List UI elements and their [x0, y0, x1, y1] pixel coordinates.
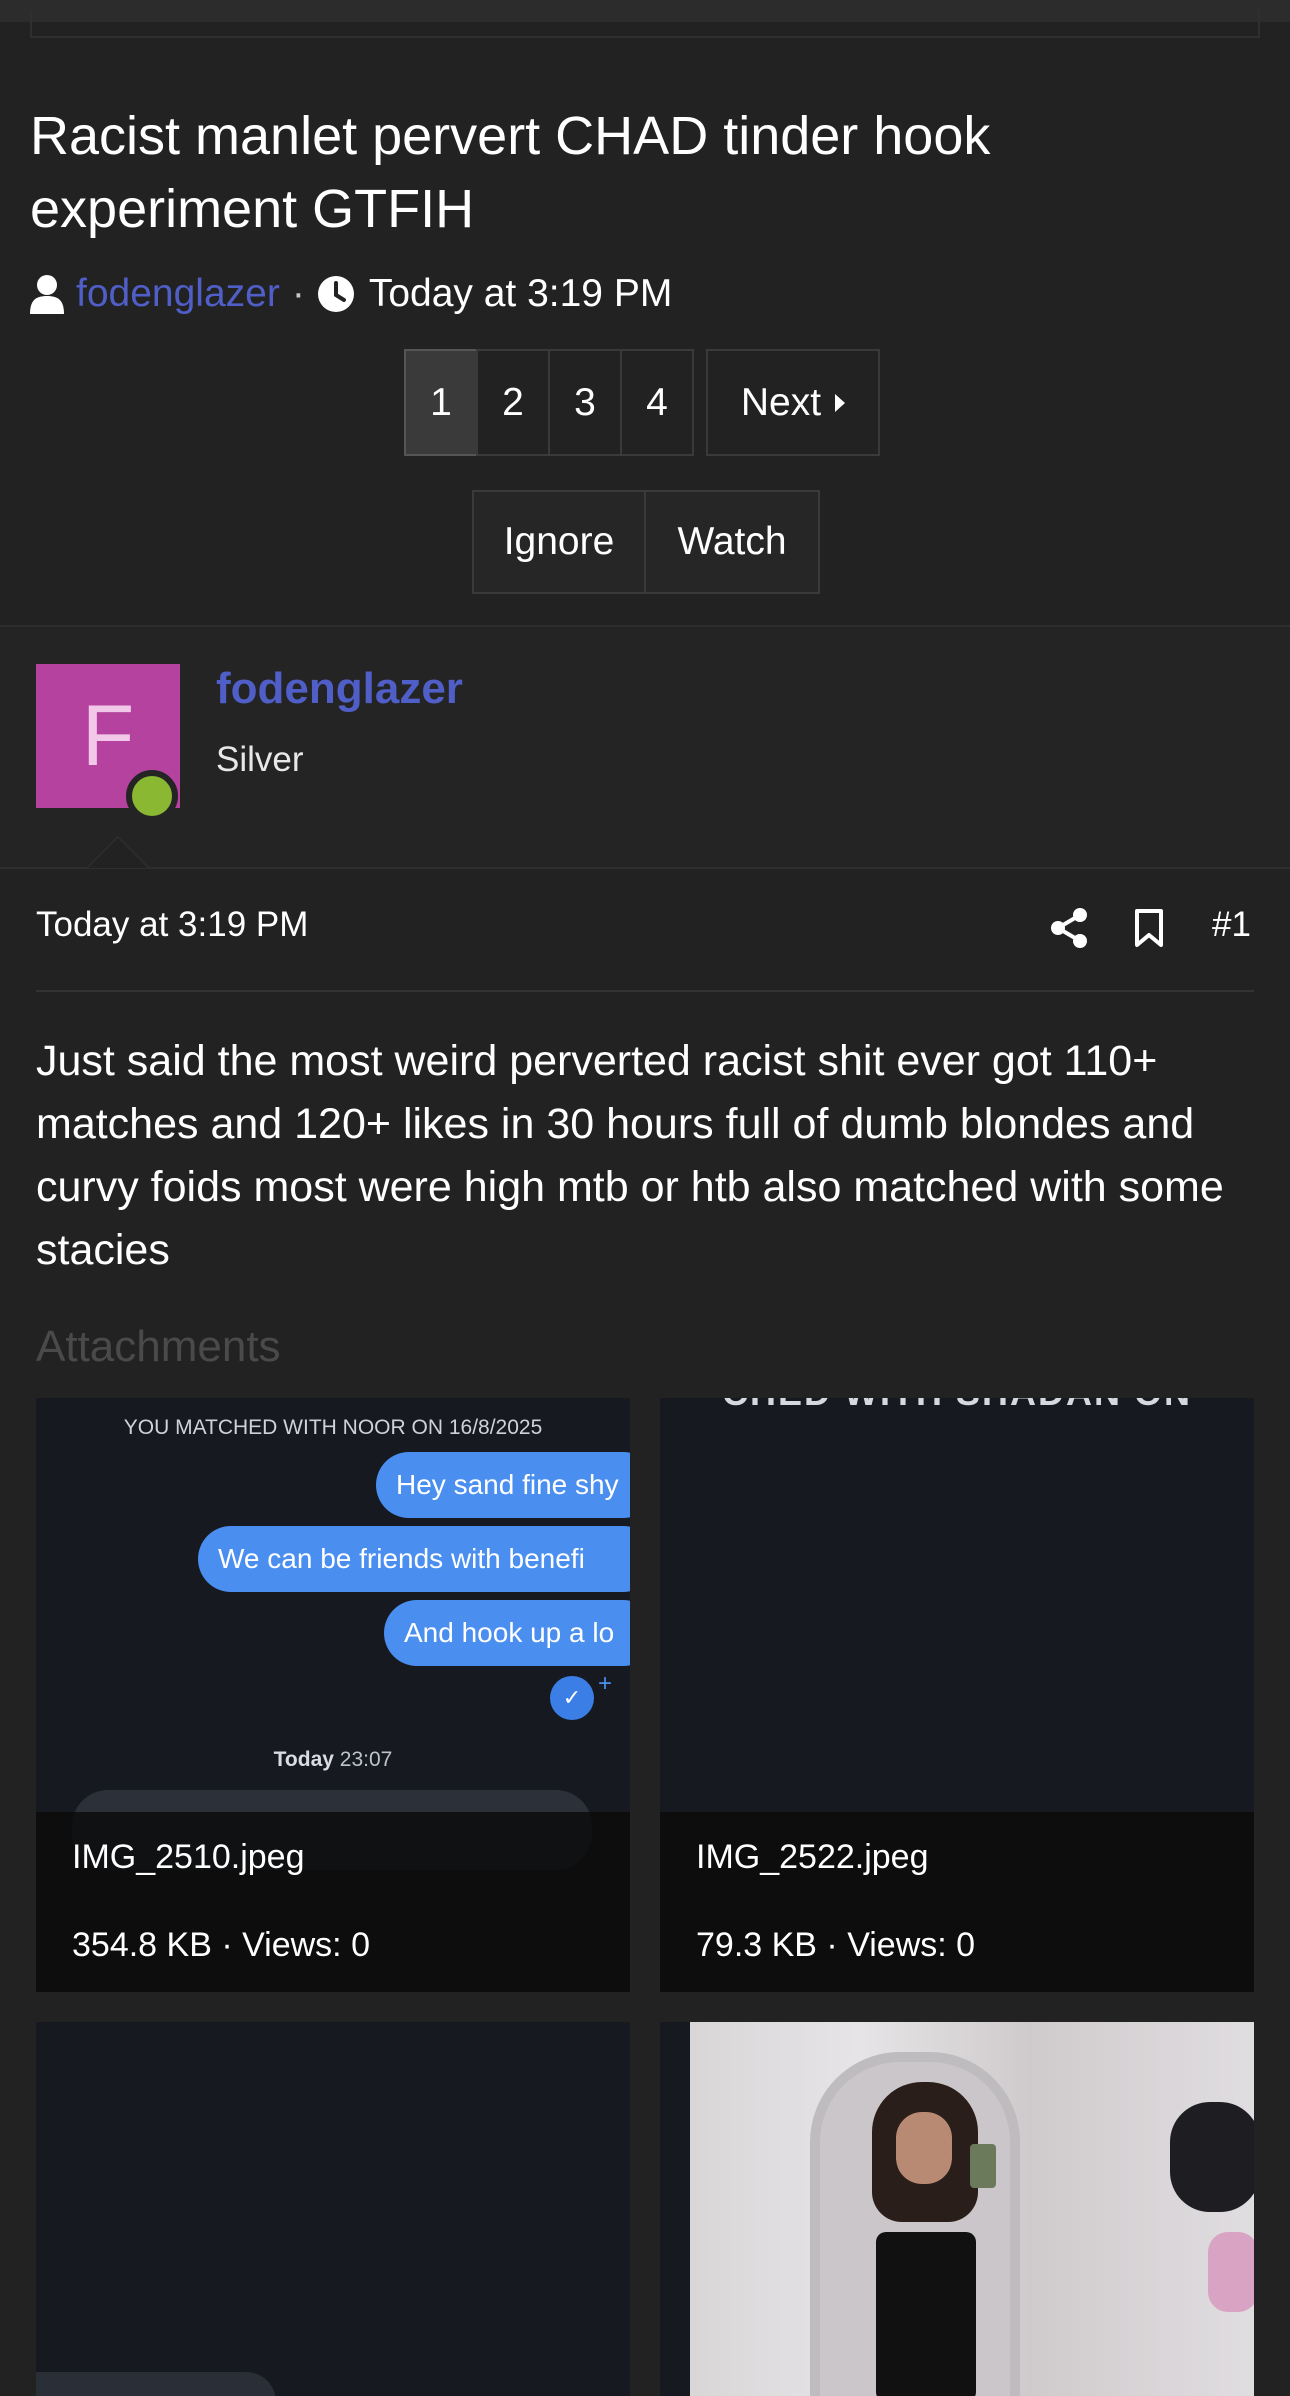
person-image [860, 2082, 996, 2396]
user-title: Silver [216, 740, 304, 779]
online-status-indicator [126, 770, 178, 822]
user-block-pointer [88, 838, 148, 868]
chat-bubble: We can be friends with benefi [198, 1526, 630, 1592]
chat-bubble: And hook up a lo [384, 1600, 630, 1666]
page-4-button[interactable]: 4 [620, 349, 694, 456]
share-icon[interactable] [1050, 908, 1088, 948]
post-date-link[interactable]: Today at 3:19 PM [36, 905, 308, 945]
attachment-caption: IMG_2522.jpeg 79.3 KB · Views: 0 [660, 1812, 1254, 1992]
attachments-heading: Attachments [36, 1322, 281, 1371]
post-username-link[interactable]: fodenglazer [216, 664, 463, 714]
meta-separator: · [291, 272, 305, 315]
bookmark-icon[interactable] [1134, 908, 1164, 948]
thread-title: Racist manlet pervert CHAD tinder hook e… [30, 106, 991, 239]
pagination: 1 2 3 4 Next [404, 349, 880, 456]
attachment-info: 79.3 KB · Views: 0 [696, 1926, 976, 1964]
user-icon [30, 275, 64, 314]
chat-time: 23:07 [339, 1748, 393, 1771]
caret-right-icon [835, 393, 846, 412]
thread-author-link[interactable]: fodenglazer [76, 272, 280, 316]
received-bubble [36, 2372, 276, 2396]
watch-button[interactable]: Watch [644, 490, 820, 594]
next-page-button[interactable]: Next [706, 349, 880, 456]
chat-bubble: Hey sand fine shy [376, 1452, 630, 1518]
plus-icon: + [598, 1670, 613, 1697]
chat-timestamp: Today 23:07 [36, 1748, 630, 1772]
attachment-thumbnail[interactable] [660, 2022, 1254, 2396]
post-body: Just said the most weird perverted racis… [36, 1037, 1224, 1274]
attachment-caption: IMG_2510.jpeg 354.8 KB · Views: 0 [36, 1812, 630, 1992]
next-label: Next [740, 380, 822, 424]
thread-actions: Ignore Watch [472, 490, 820, 594]
attachment-info: 354.8 KB · Views: 0 [72, 1926, 370, 1964]
phone-shape [970, 2144, 996, 2188]
attachment-filename: IMG_2510.jpeg [72, 1838, 305, 1876]
divider [0, 867, 1290, 869]
face-shape [896, 2112, 952, 2184]
dress-shape [876, 2232, 976, 2396]
page-1-button[interactable]: 1 [404, 349, 478, 456]
header-box-edge [30, 10, 1260, 38]
attachment-filename: IMG_2522.jpeg [696, 1838, 929, 1876]
attachment-thumbnail[interactable]: YOU MATCHED WITH NOOR ON 16/8/2025 Hey s… [36, 1398, 630, 1992]
thread-meta: fodenglazer · Today at 3:19 PM [30, 266, 672, 322]
read-check-icon: ✓ [550, 1676, 594, 1720]
pink-object-image [1208, 2232, 1254, 2312]
page-3-button[interactable]: 3 [548, 349, 622, 456]
chat-day: Today [273, 1748, 334, 1771]
ignore-button[interactable]: Ignore [472, 490, 646, 594]
post-user-block [0, 627, 1290, 867]
match-banner-text: CHED WITH SHADAN ON [660, 1398, 1254, 1414]
attachment-thumbnail[interactable] [36, 2022, 630, 2396]
page-2-button[interactable]: 2 [476, 349, 550, 456]
clock-icon [317, 276, 354, 312]
thread-time: Today at 3:19 PM [368, 272, 673, 315]
match-banner-text: YOU MATCHED WITH NOOR ON 16/8/2025 [123, 1416, 543, 1439]
attachment-thumbnail[interactable]: CHED WITH SHADAN ON IMG_2522.jpeg 79.3 K… [660, 1398, 1254, 1992]
plush-toy-image [1170, 2102, 1254, 2212]
divider [36, 990, 1254, 992]
post-number-link[interactable]: #1 [1212, 905, 1251, 945]
